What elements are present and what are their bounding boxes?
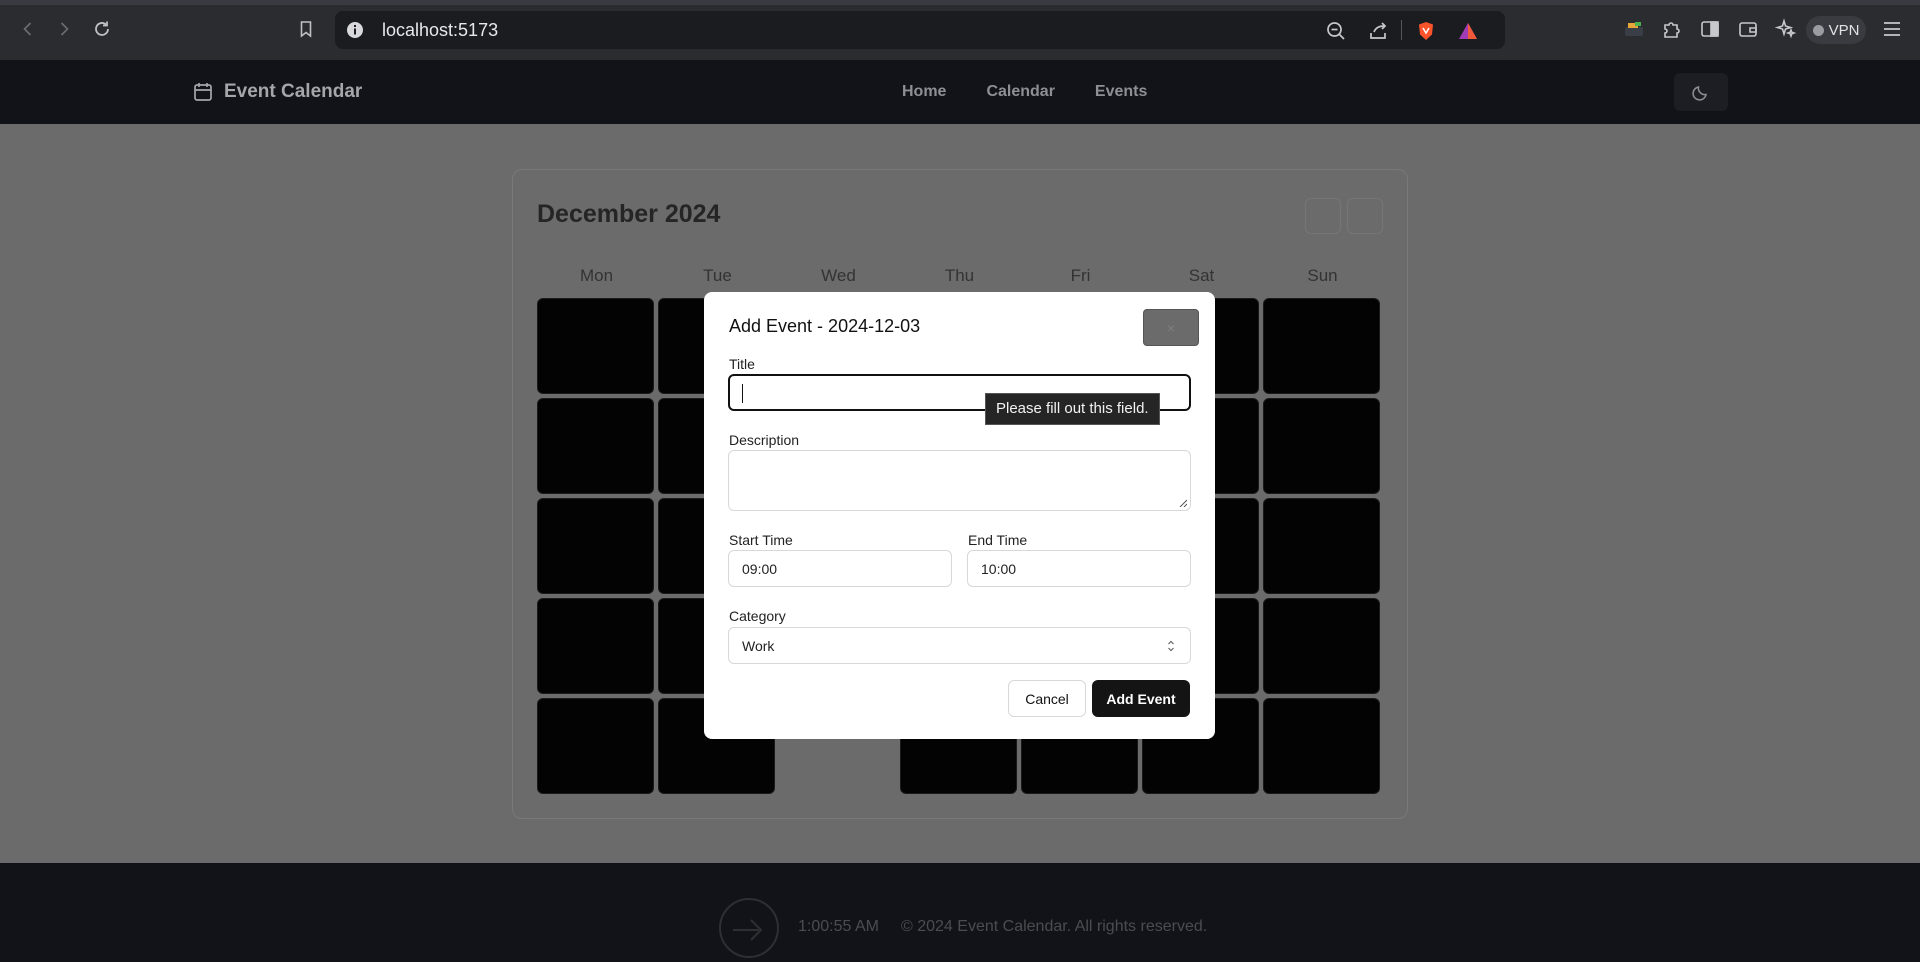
main-nav: Home Calendar Events (902, 60, 1187, 124)
prev-month-button[interactable] (1305, 198, 1341, 234)
chevron-up-down-icon (1168, 640, 1174, 652)
reload-icon[interactable] (88, 15, 116, 43)
leo-ai-icon[interactable] (1774, 18, 1797, 40)
add-event-dialog: Add Event - 2024-12-03 × Title Descripti… (704, 292, 1215, 739)
url-text[interactable]: localhost:5173 (382, 11, 498, 49)
back-icon[interactable] (14, 15, 42, 43)
resize-handle-icon[interactable] (1179, 499, 1187, 507)
browser-toolbar: localhost:5173 VPN (0, 0, 1920, 60)
extension-icon[interactable] (1623, 18, 1645, 40)
weekday-label: Sat (1188, 266, 1215, 285)
start-time-label: Start Time (729, 532, 793, 548)
vpn-label: VPN (1828, 21, 1860, 39)
calendar-day-cell[interactable] (537, 698, 654, 794)
calendar-day-cell[interactable] (1263, 298, 1380, 394)
divider (1401, 20, 1402, 40)
category-label: Category (729, 608, 786, 624)
calendar-day-cell[interactable] (537, 298, 654, 394)
brave-rewards-icon[interactable] (1457, 20, 1479, 42)
calendar-day-cell[interactable] (537, 598, 654, 694)
brand-name: Event Calendar (224, 81, 363, 102)
description-label: Description (729, 432, 800, 448)
calendar-day-cell[interactable] (537, 498, 654, 594)
brave-shield-icon[interactable] (1415, 20, 1437, 42)
wallet-icon[interactable] (1737, 18, 1759, 40)
start-time-value: 09:00 (742, 561, 778, 577)
end-time-input[interactable]: 10:00 (967, 550, 1191, 587)
calendar-day-cell[interactable] (537, 398, 654, 494)
text-caret (742, 384, 743, 403)
active-tab[interactable] (0, 0, 1920, 5)
nav-calendar[interactable]: Calendar (986, 83, 1054, 101)
start-time-input[interactable]: 09:00 (728, 550, 952, 587)
nav-home[interactable]: Home (902, 83, 946, 101)
cancel-button[interactable]: Cancel (1008, 680, 1086, 717)
title-label: Title (729, 356, 755, 372)
validation-tooltip: Please fill out this field. (985, 393, 1160, 425)
end-time-label: End Time (968, 532, 1028, 548)
address-bar[interactable]: localhost:5173 (335, 11, 1505, 49)
calendar-day-cell[interactable] (1263, 698, 1380, 794)
end-time-value: 10:00 (981, 561, 1017, 577)
menu-icon[interactable] (1881, 18, 1903, 40)
tab-strip (0, 0, 1920, 5)
category-select[interactable]: Work (728, 627, 1191, 664)
brand-link[interactable]: Event Calendar (192, 60, 362, 124)
month-title: December 2024 (537, 200, 721, 228)
weekday-label: Tue (703, 266, 732, 285)
dialog-title: Add Event - 2024-12-03 (729, 316, 921, 336)
calendar-day-cell[interactable] (1263, 598, 1380, 694)
close-button[interactable]: × (1143, 309, 1199, 346)
share-icon[interactable] (1367, 20, 1389, 42)
weekday-label: Sun (1307, 266, 1338, 285)
theme-toggle-button[interactable] (1674, 73, 1728, 111)
zoom-icon[interactable] (1325, 20, 1347, 42)
moon-icon (1692, 86, 1707, 101)
forward-icon[interactable] (50, 15, 78, 43)
site-info-icon[interactable] (345, 20, 365, 40)
weekday-label: Wed (821, 266, 856, 285)
calendar-day-cell[interactable] (1263, 498, 1380, 594)
vpn-button[interactable]: VPN (1806, 16, 1866, 44)
close-icon: × (1166, 319, 1176, 336)
weekday-label: Thu (944, 266, 975, 285)
add-event-button[interactable]: Add Event (1092, 680, 1190, 717)
bookmark-icon[interactable] (292, 15, 320, 43)
calendar-icon (194, 83, 212, 101)
app-header: Event Calendar Home Calendar Events (0, 60, 1920, 124)
footer-copyright: © 2024 Event Calendar. All rights reserv… (901, 918, 1208, 935)
weekday-label: Mon (579, 266, 614, 285)
next-month-button[interactable] (1347, 198, 1383, 234)
category-value: Work (742, 638, 775, 654)
nav-events[interactable]: Events (1095, 83, 1147, 101)
calendar-day-cell[interactable] (1263, 398, 1380, 494)
clock-icon (719, 898, 779, 958)
sidebar-icon[interactable] (1699, 18, 1721, 40)
puzzle-icon[interactable] (1661, 18, 1683, 40)
weekday-label: Fri (1070, 266, 1091, 285)
app-footer (0, 863, 1920, 962)
footer-clock-time: 1:00:55 AM (798, 918, 879, 935)
description-textarea[interactable] (728, 450, 1191, 511)
vpn-status-icon (1812, 24, 1824, 36)
